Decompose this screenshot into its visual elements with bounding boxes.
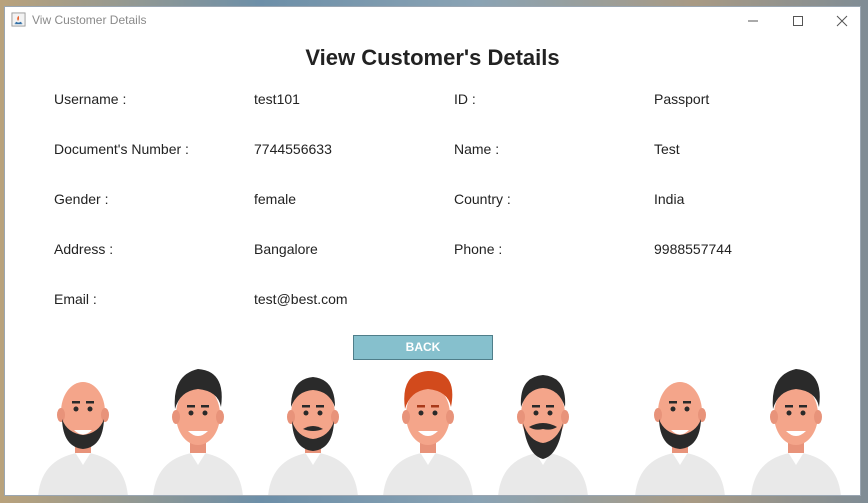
title-bar: Viw Customer Details	[5, 7, 860, 33]
maximize-icon	[793, 16, 803, 27]
maximize-button[interactable]	[776, 7, 820, 33]
close-button[interactable]	[820, 7, 860, 33]
gender-value: female	[254, 191, 297, 207]
id-label: ID :	[454, 91, 476, 107]
avatar-mustache-beard-icon	[268, 377, 358, 495]
avatar-quiff-2-icon	[751, 369, 841, 495]
name-value: Test	[654, 141, 680, 157]
gender-label: Gender :	[54, 191, 109, 207]
customer-details-window: Viw Customer Details View Customer's Det…	[4, 6, 861, 496]
address-value: Bangalore	[254, 241, 318, 257]
country-value: India	[654, 191, 685, 207]
phone-label: Phone :	[454, 241, 503, 257]
phone-value: 9988557744	[654, 241, 732, 257]
minimize-button[interactable]	[731, 7, 775, 33]
address-label: Address :	[54, 241, 114, 257]
id-value: Passport	[654, 91, 710, 107]
username-value: test101	[254, 91, 300, 107]
avatar-curled-mustache-icon	[498, 375, 588, 495]
document-number-label: Document's Number :	[54, 141, 189, 157]
avatar-bald-beard-2-icon	[635, 382, 725, 495]
customer-illustration	[5, 357, 860, 495]
email-label: Email :	[54, 291, 97, 307]
java-app-icon	[11, 12, 26, 27]
back-button[interactable]: BACK	[353, 335, 493, 360]
country-label: Country :	[454, 191, 511, 207]
name-label: Name :	[454, 141, 500, 157]
avatar-quiff-icon	[153, 369, 243, 495]
email-value: test@best.com	[254, 291, 348, 307]
close-icon	[836, 15, 848, 27]
window-title: Viw Customer Details	[32, 13, 147, 27]
minimize-icon	[748, 20, 758, 22]
page-title: View Customer's Details	[305, 45, 560, 70]
username-label: Username :	[54, 91, 127, 107]
avatar-bald-beard-icon	[38, 382, 128, 495]
avatar-red-hair-icon	[383, 371, 473, 495]
document-number-value: 7744556633	[254, 141, 332, 157]
